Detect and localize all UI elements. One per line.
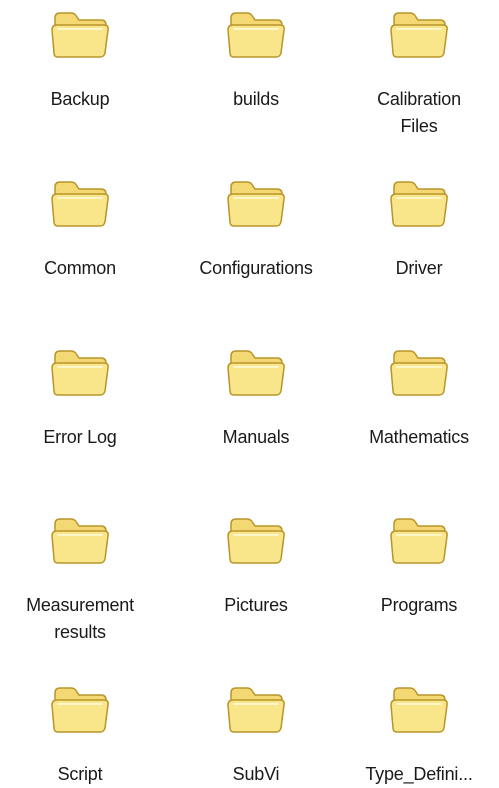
folder-icon xyxy=(390,12,448,58)
folder-icon xyxy=(390,687,448,733)
folder-view: Backup builds Calibration Files Common C… xyxy=(0,0,499,784)
folder-item-builds[interactable]: builds xyxy=(176,10,336,113)
folder-icon xyxy=(227,518,285,564)
folder-icon xyxy=(227,350,285,396)
folder-item-measurement-results[interactable]: Measurement results xyxy=(0,516,160,646)
folder-icon xyxy=(51,687,109,733)
folder-icon xyxy=(390,518,448,564)
folder-item-calibration-files[interactable]: Calibration Files xyxy=(339,10,499,140)
folder-item-mathematics[interactable]: Mathematics xyxy=(339,348,499,451)
folder-item-error-log[interactable]: Error Log xyxy=(0,348,160,451)
folder-icon xyxy=(51,181,109,227)
folder-label: Calibration Files xyxy=(377,89,461,136)
folder-icon xyxy=(390,181,448,227)
folder-icon xyxy=(227,181,285,227)
folder-label: Configurations xyxy=(199,258,313,278)
folder-icon xyxy=(51,350,109,396)
folder-label: Measurement results xyxy=(26,595,134,642)
folder-label: SubVi xyxy=(232,764,280,784)
folder-label: Programs xyxy=(380,595,458,615)
folder-label: Error Log xyxy=(43,427,117,447)
folder-item-script[interactable]: Script xyxy=(0,685,160,788)
folder-label: Pictures xyxy=(224,595,288,615)
folder-label: Mathematics xyxy=(369,427,469,447)
folder-item-configurations[interactable]: Configurations xyxy=(176,179,336,282)
folder-item-manuals[interactable]: Manuals xyxy=(176,348,336,451)
folder-icon xyxy=(51,518,109,564)
folder-item-subvi[interactable]: SubVi xyxy=(176,685,336,788)
folder-label: Manuals xyxy=(222,427,290,447)
folder-label: Backup xyxy=(50,89,110,109)
folder-item-backup[interactable]: Backup xyxy=(0,10,160,113)
folder-item-type-definitions[interactable]: Type_Defini... xyxy=(339,685,499,788)
folder-item-programs[interactable]: Programs xyxy=(339,516,499,619)
folder-label: Common xyxy=(44,258,116,278)
folder-icon xyxy=(390,350,448,396)
folder-item-driver[interactable]: Driver xyxy=(339,179,499,282)
folder-item-pictures[interactable]: Pictures xyxy=(176,516,336,619)
folder-icon xyxy=(51,12,109,58)
folder-label: Type_Defini... xyxy=(365,764,473,784)
folder-icon xyxy=(227,12,285,58)
folder-item-common[interactable]: Common xyxy=(0,179,160,282)
folder-label: Script xyxy=(57,764,103,784)
folder-label: builds xyxy=(233,89,279,109)
folder-label: Driver xyxy=(395,258,443,278)
folder-icon xyxy=(227,687,285,733)
